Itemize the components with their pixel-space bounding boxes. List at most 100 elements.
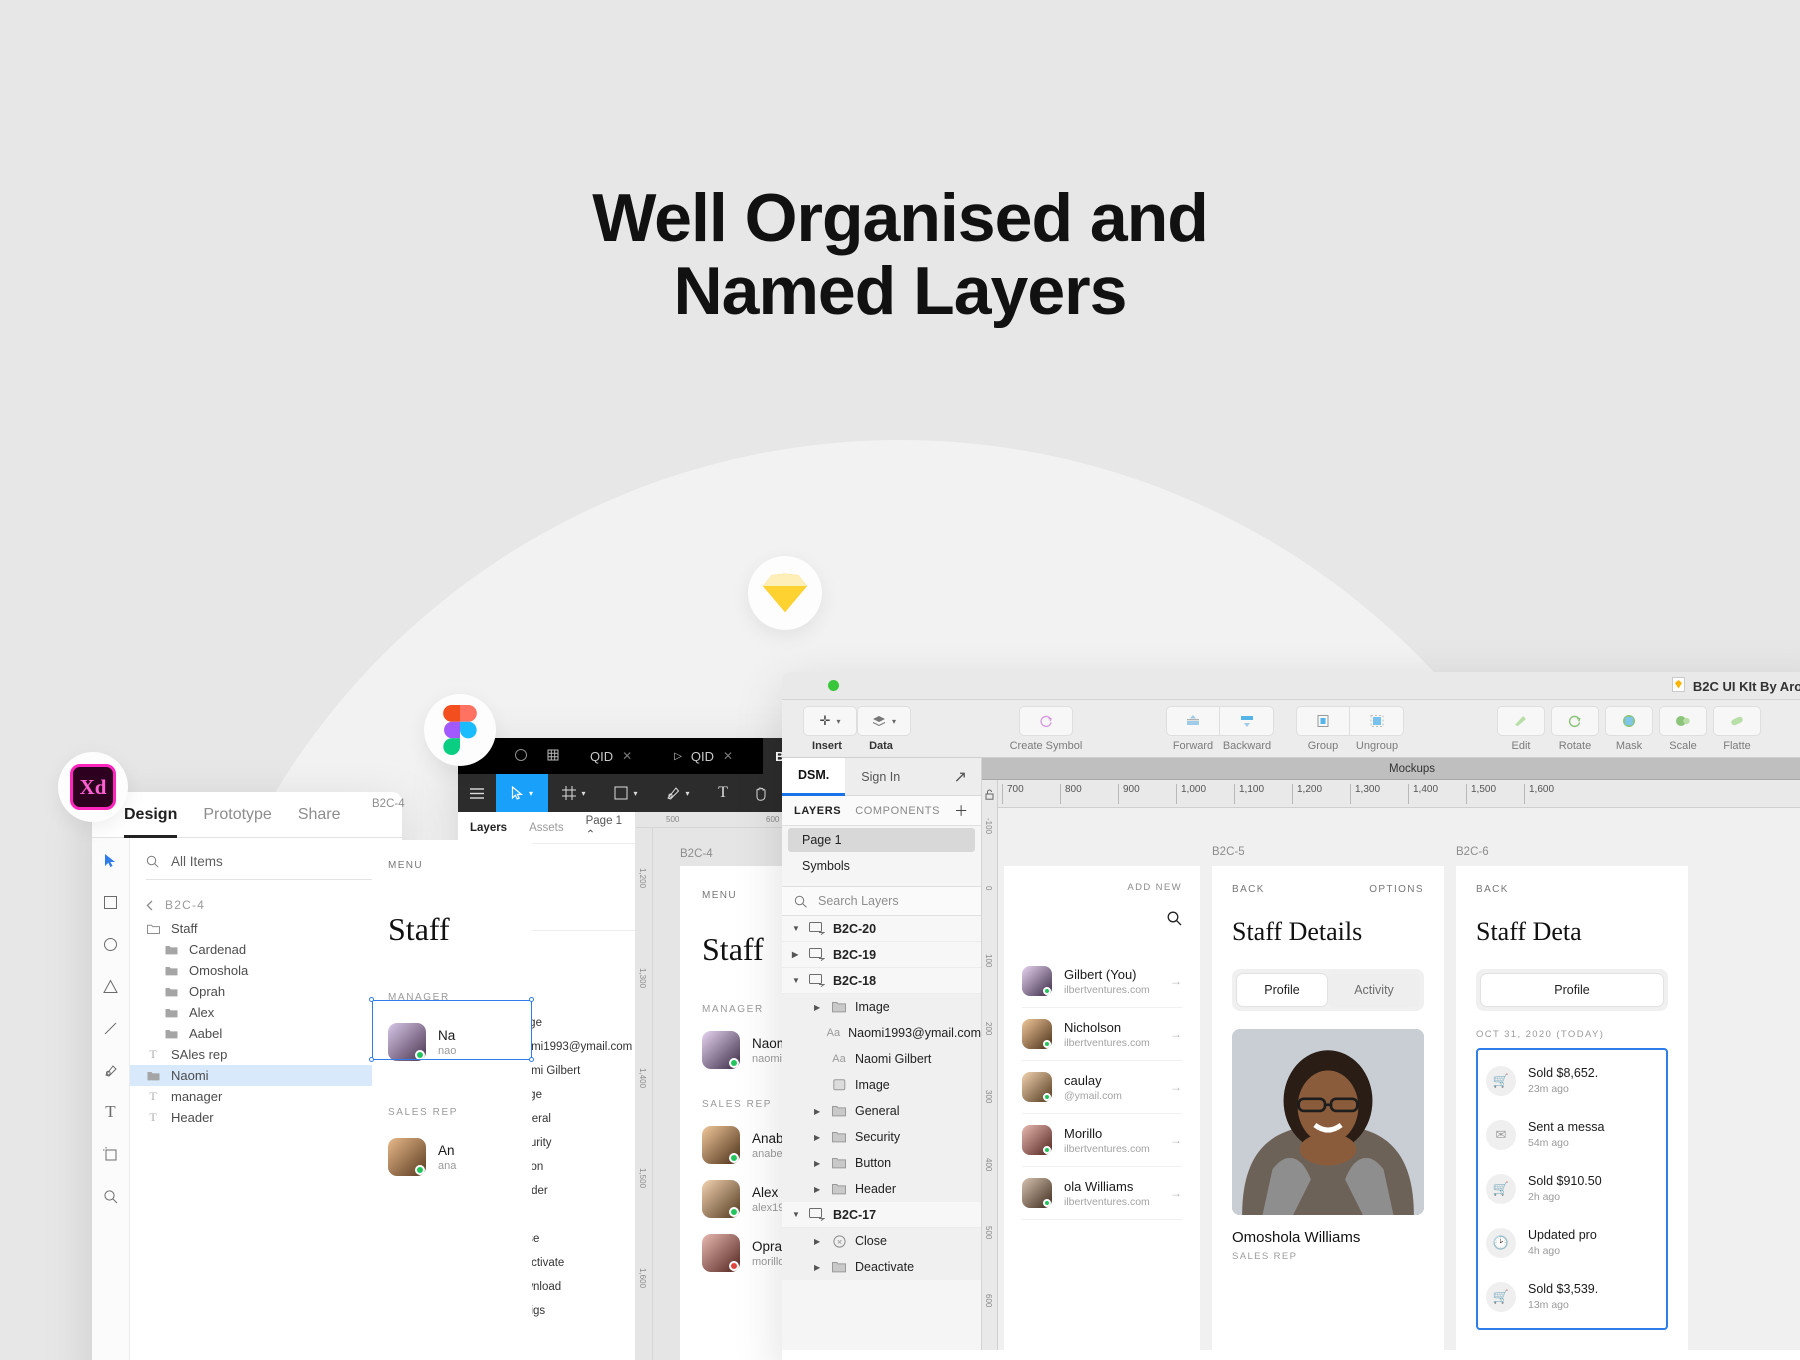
staff-rows[interactable]: Gilbert (You) ilbertventures.com → Nicholso… [1022,955,1182,1220]
sketch-layer-row[interactable]: ▶ Image [782,994,981,1020]
tab-layers[interactable]: Layers [470,822,507,834]
tab-profile[interactable]: Profile [1236,973,1328,1007]
xd-layer-row[interactable]: Cardenad [130,939,402,960]
tab-profile[interactable]: Profile [1480,973,1664,1007]
mask-button[interactable]: Mask [1602,706,1656,752]
sketch-layer-row[interactable]: ▼ B2C-17 [782,1202,981,1228]
sketch-layers-panel[interactable]: DSM. Sign In ↗ LAYERS COMPONENTS ＋⌃ Page… [782,757,992,1350]
arrange-group[interactable]: Forward Backward [1166,706,1274,752]
triangle-down-icon[interactable]: ▼ [792,1210,801,1219]
tab-share[interactable]: Share [298,792,341,838]
selection-handle[interactable] [369,1057,374,1062]
text-icon[interactable]: T [101,1102,121,1122]
dsm-signin-button[interactable]: Sign In [845,758,916,796]
sketch-layer-row[interactable]: ▶ Header [782,1176,981,1202]
triangle-right-icon[interactable]: ▶ [814,1185,823,1194]
xd-layer-row[interactable]: Staff [130,918,402,939]
window-zoom-button[interactable] [828,680,839,691]
xd-canvas-artboard[interactable]: MENU Staff MANAGER Na nao SALES REP An a… [372,840,532,1360]
table-row[interactable]: Morillo ilbertventures.com → [1022,1114,1182,1167]
sketch-layer-row[interactable]: ▶ Deactivate [782,1254,981,1280]
selection-handle[interactable] [369,997,374,1002]
recent-icon[interactable] [514,748,528,765]
list-item[interactable]: ✉ Sent a messa 54m ago [1486,1108,1658,1162]
ungroup-button[interactable]: Ungroup [1350,706,1404,752]
edit-button[interactable]: Edit [1494,706,1548,752]
triangle-down-icon[interactable]: ▼ [792,924,801,933]
list-item[interactable]: 🛒 Sold $3,539. 13m ago [1486,1270,1658,1324]
xd-layers-panel[interactable]: All Items B2C-4 Staff Cardenad Omoshola Opr… [130,838,402,1360]
xd-tab-bar[interactable]: Design Prototype Share [92,792,402,838]
sketch-toolbar[interactable]: ✛ ▾ Insert ▾ Data Create Symbol Forward B… [782,700,1800,758]
xd-layer-row[interactable]: T SAles rep [130,1044,402,1065]
close-icon[interactable]: ✕ [622,749,632,763]
adobe-xd-window[interactable]: Design Prototype Share T All Items B2C-4 [92,792,402,1360]
pen-tool-icon[interactable]: ▾ [652,774,704,812]
xd-layer-row[interactable]: T Header [130,1107,402,1128]
layers-components-tabs[interactable]: LAYERS COMPONENTS ＋⌃ [782,796,992,826]
sketch-layer-row[interactable]: ▶ ✕ Close [782,1228,981,1254]
figma-tab-qid-2[interactable]: ▷ QID ✕ [662,738,745,774]
page-item-page-1[interactable]: Page 1 [788,828,975,852]
xd-layer-row[interactable]: Omoshola [130,960,402,981]
sketch-layer-row[interactable]: Image [782,1072,981,1098]
chevron-right-icon[interactable]: → [1170,1186,1182,1200]
page-tab-mockups[interactable]: Mockups [982,758,1800,780]
sketch-layer-row[interactable]: ▶ Button [782,1150,981,1176]
triangle-right-icon[interactable]: ▶ [814,1237,823,1246]
artboard-icon[interactable] [101,1144,121,1164]
sketch-artboard-staff-activity[interactable]: BACK Staff Deta Profile OCT 31, 2020 (TO… [1456,866,1688,1350]
xd-layer-list[interactable]: Staff Cardenad Omoshola Oprah Alex Aabel T SAle… [130,918,402,1128]
list-item[interactable]: An ana [388,1138,516,1176]
create-symbol-button[interactable]: Create Symbol [998,706,1094,752]
ruler-lock-icon[interactable] [982,780,998,808]
flatten-button[interactable]: Flatte [1710,706,1764,752]
sketch-layer-row[interactable]: ▶ B2C-19 [782,942,981,968]
selection-handle[interactable] [529,1057,534,1062]
sketch-artboard-staff-list[interactable]: ADD NEW Gilbert (You) ilbertventures.com →… [1004,866,1200,1350]
search-icon[interactable] [1022,911,1182,931]
figma-tab-qid-1[interactable]: QID ✕ [578,738,644,774]
list-item[interactable]: 🕑 Updated pro 4h ago [1486,1216,1658,1270]
sketch-artboard-staff-details[interactable]: BACK OPTIONS Staff Details Profile Activ… [1212,866,1444,1350]
hand-tool-icon[interactable] [742,774,780,812]
xd-toolbar[interactable]: T [92,838,130,1360]
sketch-titlebar[interactable]: B2C UI KIt By Arotec D [782,672,1800,700]
selection-handle[interactable] [529,997,534,1002]
chevron-right-icon[interactable]: → [1170,1133,1182,1147]
group-ungroup-group[interactable]: Group Ungroup [1296,706,1404,752]
chevron-right-icon[interactable]: → [1170,974,1182,988]
activity-list[interactable]: 🛒 Sold $8,652. 23m ago ✉ Sent a messa 54m ago… [1476,1048,1668,1330]
data-button[interactable]: ▾ Data [854,706,911,752]
line-icon[interactable] [101,1018,121,1038]
sketch-layer-row[interactable]: ▼ B2C-18 [782,968,981,994]
search-layers-input[interactable]: Search Layers [782,886,981,916]
sketch-layer-row[interactable]: ▶ General [782,1098,981,1124]
sketch-window[interactable]: B2C UI KIt By Arotec D ✛▾ Insert ▾ Data … [782,672,1800,1360]
sketch-canvas[interactable]: Mockups 700 800 900 1,000 1,100 1,200 1,300 1,4… [982,758,1800,1350]
sketch-layer-row[interactable]: Aa Naomi1993@ymail.com [782,1020,981,1046]
plus-icon[interactable]: ＋ [954,801,969,821]
xd-layer-row[interactable]: Aabel [130,1023,402,1044]
back-button[interactable]: BACK [1232,884,1265,895]
list-item[interactable]: 🛒 Sold $8,652. 23m ago [1486,1054,1658,1108]
add-new-button[interactable]: ADD NEW [1022,882,1182,893]
rotate-button[interactable]: Rotate [1548,706,1602,752]
figma-home-icon[interactable] [546,748,560,765]
pen-icon[interactable] [101,1060,121,1080]
sketch-layer-list[interactable]: ▼ B2C-20 ▶ B2C-19 ▼ B2C-18 ▶ Image Aa Naomi1993@y… [782,916,981,1280]
insert-button[interactable]: ✛ ▾ Insert [800,706,857,752]
triangle-right-icon[interactable]: ▶ [814,1107,823,1116]
dsm-brand[interactable]: DSM. [782,757,846,796]
forward-button[interactable]: Forward [1166,706,1220,752]
triangle-right-icon[interactable]: ▶ [814,1003,823,1012]
triangle-icon[interactable] [101,976,121,996]
tab-design[interactable]: Design [124,792,178,838]
frame-tool-icon[interactable]: ▾ [548,774,600,812]
list-item[interactable]: 🛒 Sold $910.50 2h ago [1486,1162,1658,1216]
tab-layers[interactable]: LAYERS [794,805,841,817]
search-input[interactable]: All Items [146,854,386,880]
triangle-right-icon[interactable]: ▶ [814,1263,823,1272]
triangle-right-icon[interactable]: ▶ [792,950,801,959]
table-row[interactable]: ola Williams ilbertventures.com → [1022,1167,1182,1220]
